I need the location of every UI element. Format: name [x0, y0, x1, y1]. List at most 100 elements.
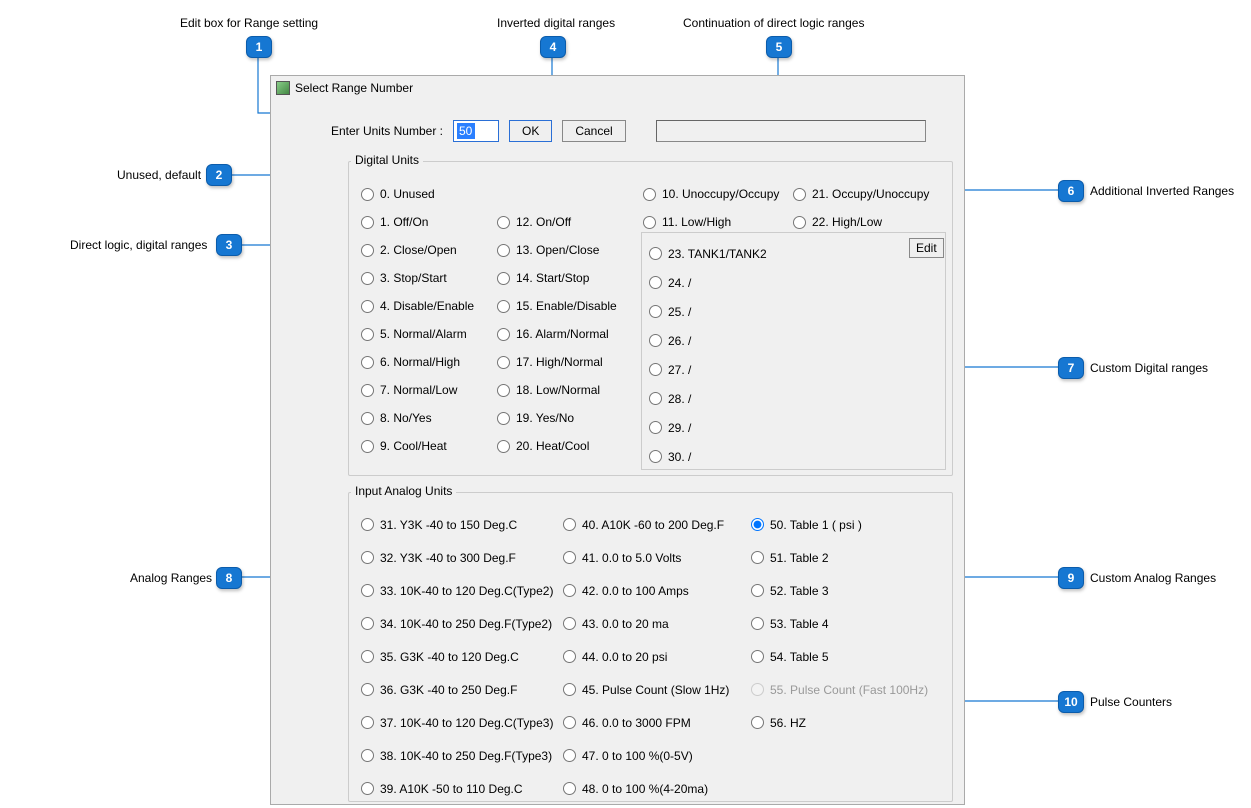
radio-input[interactable] — [649, 276, 662, 289]
radio-input[interactable] — [361, 782, 374, 795]
radio-39-a10k-50-to-110-deg-c[interactable]: 39. A10K -50 to 110 Deg.C — [361, 772, 553, 805]
radio-16-alarm-normal[interactable]: 16. Alarm/Normal — [497, 320, 617, 348]
radio-33-10k-40-to-120-deg-c-type2-[interactable]: 33. 10K-40 to 120 Deg.C(Type2) — [361, 574, 553, 607]
radio-7-normal-low[interactable]: 7. Normal/Low — [361, 376, 474, 404]
radio-input[interactable] — [751, 518, 764, 531]
radio-input[interactable] — [361, 683, 374, 696]
ok-button[interactable]: OK — [509, 120, 552, 142]
radio-6-normal-high[interactable]: 6. Normal/High — [361, 348, 474, 376]
radio-21-occupy-unoccupy[interactable]: 21. Occupy/Unoccupy — [793, 180, 929, 208]
radio-3-stop-start[interactable]: 3. Stop/Start — [361, 264, 474, 292]
radio-input[interactable] — [497, 384, 510, 397]
radio-37-10k-40-to-120-deg-c-type3-[interactable]: 37. 10K-40 to 120 Deg.C(Type3) — [361, 706, 553, 739]
radio-51-table-2[interactable]: 51. Table 2 — [751, 541, 928, 574]
radio-input[interactable] — [361, 716, 374, 729]
radio-14-start-stop[interactable]: 14. Start/Stop — [497, 264, 617, 292]
radio-input[interactable] — [497, 440, 510, 453]
radio-26-[interactable]: 26. / — [649, 326, 767, 355]
radio-54-table-5[interactable]: 54. Table 5 — [751, 640, 928, 673]
radio-35-g3k-40-to-120-deg-c[interactable]: 35. G3K -40 to 120 Deg.C — [361, 640, 553, 673]
units-number-input[interactable]: 50 — [453, 120, 499, 142]
radio-input[interactable] — [751, 716, 764, 729]
radio-input[interactable] — [649, 247, 662, 260]
radio-28-[interactable]: 28. / — [649, 384, 767, 413]
radio-19-yes-no[interactable]: 19. Yes/No — [497, 404, 617, 432]
radio-input[interactable] — [497, 412, 510, 425]
radio-input[interactable] — [361, 518, 374, 531]
radio-23-tank1-tank2[interactable]: 23. TANK1/TANK2 — [649, 239, 767, 268]
radio-17-high-normal[interactable]: 17. High/Normal — [497, 348, 617, 376]
radio-34-10k-40-to-250-deg-f-type2-[interactable]: 34. 10K-40 to 250 Deg.F(Type2) — [361, 607, 553, 640]
radio-52-table-3[interactable]: 52. Table 3 — [751, 574, 928, 607]
radio-44-0-0-to-20-psi[interactable]: 44. 0.0 to 20 psi — [563, 640, 729, 673]
radio-input[interactable] — [649, 334, 662, 347]
radio-input[interactable] — [497, 300, 510, 313]
radio-input[interactable] — [361, 300, 374, 313]
radio-50-table-1-psi-[interactable]: 50. Table 1 ( psi ) — [751, 508, 928, 541]
radio-input[interactable] — [649, 421, 662, 434]
radio-56-hz[interactable]: 56. HZ — [751, 706, 928, 739]
radio-input[interactable] — [361, 551, 374, 564]
radio-20-heat-cool[interactable]: 20. Heat/Cool — [497, 432, 617, 460]
radio-15-enable-disable[interactable]: 15. Enable/Disable — [497, 292, 617, 320]
radio-input[interactable] — [361, 272, 374, 285]
radio-input[interactable] — [361, 584, 374, 597]
radio-13-open-close[interactable]: 13. Open/Close — [497, 236, 617, 264]
radio-input[interactable] — [643, 216, 656, 229]
radio-input[interactable] — [361, 650, 374, 663]
radio-47-0-to-100-0-5v-[interactable]: 47. 0 to 100 %(0-5V) — [563, 739, 729, 772]
radio-input[interactable] — [361, 356, 374, 369]
radio-input[interactable] — [649, 392, 662, 405]
radio-4-disable-enable[interactable]: 4. Disable/Enable — [361, 292, 474, 320]
radio-9-cool-heat[interactable]: 9. Cool/Heat — [361, 432, 474, 460]
radio-input[interactable] — [361, 244, 374, 257]
radio-25-[interactable]: 25. / — [649, 297, 767, 326]
radio-2-close-open[interactable]: 2. Close/Open — [361, 236, 474, 264]
radio-input[interactable] — [563, 551, 576, 564]
radio-input[interactable] — [563, 683, 576, 696]
radio-input[interactable] — [361, 617, 374, 630]
radio-input[interactable] — [563, 650, 576, 663]
radio-30-[interactable]: 30. / — [649, 442, 767, 471]
radio-12-on-off[interactable]: 12. On/Off — [497, 208, 617, 236]
radio-input[interactable] — [643, 188, 656, 201]
radio-input[interactable] — [563, 716, 576, 729]
radio-42-0-0-to-100-amps[interactable]: 42. 0.0 to 100 Amps — [563, 574, 729, 607]
radio-input[interactable] — [361, 216, 374, 229]
radio-input[interactable] — [751, 584, 764, 597]
radio-input[interactable] — [497, 328, 510, 341]
cancel-button[interactable]: Cancel — [562, 120, 625, 142]
radio-24-[interactable]: 24. / — [649, 268, 767, 297]
radio-38-10k-40-to-250-deg-f-type3-[interactable]: 38. 10K-40 to 250 Deg.F(Type3) — [361, 739, 553, 772]
radio-46-0-0-to-3000-fpm[interactable]: 46. 0.0 to 3000 FPM — [563, 706, 729, 739]
radio-input[interactable] — [793, 188, 806, 201]
radio-input[interactable] — [361, 440, 374, 453]
radio-input[interactable] — [361, 188, 374, 201]
radio-input[interactable] — [563, 782, 576, 795]
radio-input[interactable] — [361, 328, 374, 341]
radio-input[interactable] — [497, 244, 510, 257]
radio-input[interactable] — [649, 450, 662, 463]
radio-input[interactable] — [497, 216, 510, 229]
radio-45-pulse-count-slow-1hz-[interactable]: 45. Pulse Count (Slow 1Hz) — [563, 673, 729, 706]
radio-27-[interactable]: 27. / — [649, 355, 767, 384]
edit-custom-digital-button[interactable]: Edit — [909, 238, 944, 258]
radio-input[interactable] — [563, 518, 576, 531]
radio-1-off-on[interactable]: 1. Off/On — [361, 208, 474, 236]
radio-48-0-to-100-4-20ma-[interactable]: 48. 0 to 100 %(4-20ma) — [563, 772, 729, 805]
radio-18-low-normal[interactable]: 18. Low/Normal — [497, 376, 617, 404]
radio-input[interactable] — [497, 356, 510, 369]
radio-32-y3k-40-to-300-deg-f[interactable]: 32. Y3K -40 to 300 Deg.F — [361, 541, 553, 574]
radio-53-table-4[interactable]: 53. Table 4 — [751, 607, 928, 640]
radio-41-0-0-to-5-0-volts[interactable]: 41. 0.0 to 5.0 Volts — [563, 541, 729, 574]
radio-8-no-yes[interactable]: 8. No/Yes — [361, 404, 474, 432]
radio-input[interactable] — [751, 650, 764, 663]
radio-10-unoccupy-occupy[interactable]: 10. Unoccupy/Occupy — [643, 180, 779, 208]
radio-5-normal-alarm[interactable]: 5. Normal/Alarm — [361, 320, 474, 348]
radio-0-unused[interactable]: 0. Unused — [361, 180, 474, 208]
radio-input[interactable] — [497, 272, 510, 285]
radio-31-y3k-40-to-150-deg-c[interactable]: 31. Y3K -40 to 150 Deg.C — [361, 508, 553, 541]
radio-input[interactable] — [563, 749, 576, 762]
radio-input[interactable] — [751, 551, 764, 564]
radio-29-[interactable]: 29. / — [649, 413, 767, 442]
